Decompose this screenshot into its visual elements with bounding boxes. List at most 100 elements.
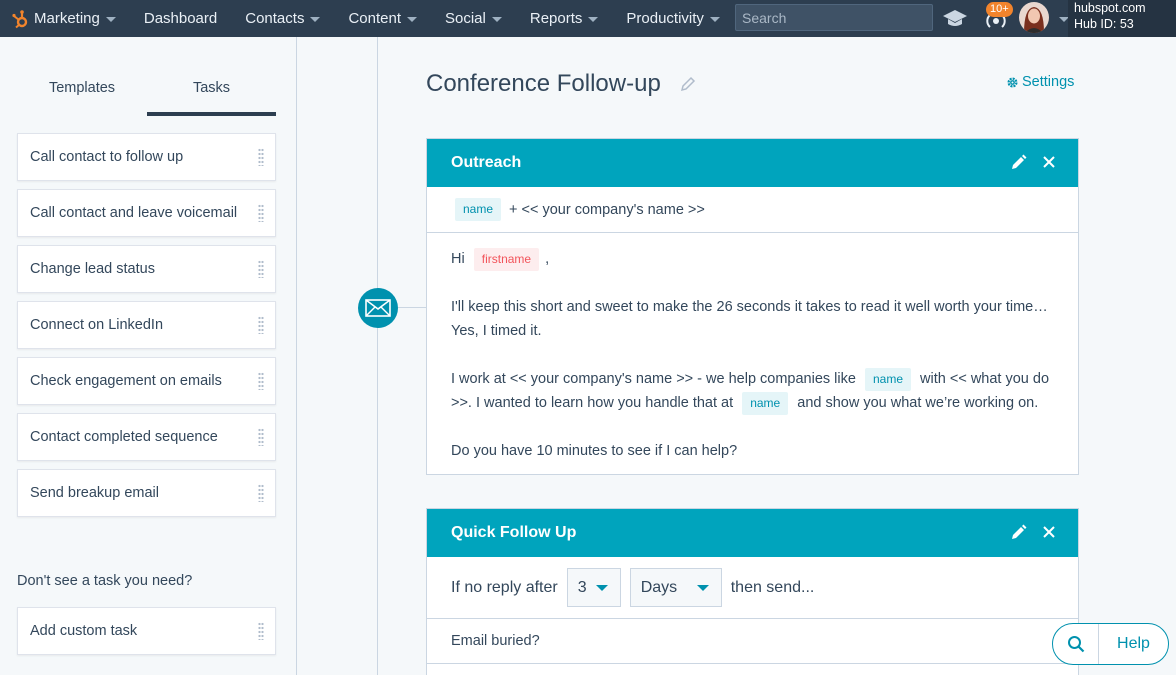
edit-title-pencil-icon[interactable] [680, 76, 696, 97]
timeline-connector [398, 307, 426, 308]
delay-row: If no reply after 3 Days then send... [427, 557, 1078, 619]
chevron-down-icon [588, 17, 599, 22]
drag-handle-icon[interactable] [258, 622, 264, 640]
email-body[interactable]: Hi firstname , I'll keep this short and … [427, 233, 1078, 463]
delay-prefix: If no reply after [451, 578, 558, 596]
notification-count-badge: 10+ [986, 2, 1013, 17]
nav-social[interactable]: Social [431, 0, 516, 37]
search-input[interactable] [735, 4, 933, 31]
portal-domain: hubspot.com [1074, 1, 1146, 15]
task-label: Call contact to follow up [30, 149, 184, 165]
tab-templates[interactable]: Templates [17, 67, 147, 116]
task-label: Call contact and leave voicemail [30, 205, 238, 221]
dropdown-caret-icon [595, 584, 608, 591]
marketing-menu[interactable]: Marketing [0, 0, 130, 37]
gear-icon [1007, 76, 1018, 88]
sidebar: Templates Tasks Call contact to follow u… [0, 37, 297, 675]
drag-handle-icon[interactable] [258, 204, 264, 222]
task-item[interactable]: Connect on LinkedIn [17, 301, 276, 349]
delay-suffix: then send... [730, 578, 815, 596]
greeting-line: Hi firstname , [451, 247, 1054, 271]
sprocket-logo-icon [10, 8, 30, 30]
drag-handle-icon[interactable] [258, 260, 264, 278]
subject-text: + << your company's name >> [509, 201, 705, 218]
delete-step-close-icon[interactable] [1040, 523, 1058, 541]
settings-label: Settings [1022, 74, 1075, 90]
portal-info[interactable]: hubspot.com Hub ID: 53 [1068, 0, 1176, 37]
personalization-token[interactable]: name [455, 198, 502, 221]
task-item[interactable]: Send breakup email [17, 469, 276, 517]
card-title: Quick Follow Up [451, 524, 577, 541]
nav-dashboard[interactable]: Dashboard [130, 0, 231, 37]
page-title: Conference Follow-up [426, 70, 661, 97]
chevron-down-icon [105, 17, 116, 22]
task-list: Call contact to follow up Call contact a… [17, 133, 276, 525]
search-icon[interactable] [1053, 624, 1099, 664]
card-header: Quick Follow Up [427, 509, 1078, 557]
email-step-envelope-icon[interactable] [358, 288, 398, 328]
edit-step-pencil-icon[interactable] [1010, 523, 1028, 541]
quick-follow-up-card: Quick Follow Up If no reply after 3 Days… [426, 508, 1079, 675]
drag-handle-icon[interactable] [258, 148, 264, 166]
outreach-email-card: Outreach name + << your company's name >… [426, 138, 1079, 475]
body-text-segment: and show you what we’re working on. [797, 395, 1039, 411]
nav-productivity[interactable]: Productivity [612, 0, 734, 37]
task-label: Check engagement on emails [30, 373, 222, 389]
task-item[interactable]: Check engagement on emails [17, 357, 276, 405]
drag-handle-icon[interactable] [258, 484, 264, 502]
personalization-token[interactable]: name [742, 391, 789, 415]
settings-link[interactable]: Settings [1006, 74, 1074, 90]
greeting-text: Hi [451, 251, 465, 267]
help-label: Help [1117, 635, 1150, 652]
nav-content[interactable]: Content [334, 0, 431, 37]
chevron-down-icon [709, 17, 720, 22]
card-header: Outreach [427, 139, 1078, 187]
email-subject[interactable]: name + << your company's name >> [427, 187, 1078, 233]
body-text-segment: I work at << your company's name >> - we… [451, 371, 856, 387]
task-item[interactable]: Call contact and leave voicemail [17, 189, 276, 237]
task-item[interactable]: Call contact to follow up [17, 133, 276, 181]
body-paragraph: I work at << your company's name >> - we… [451, 367, 1054, 415]
dropdown-caret-icon [696, 584, 709, 591]
body-paragraph: I'll keep this short and sweet to make t… [451, 299, 1048, 339]
task-item[interactable]: Contact completed sequence [17, 413, 276, 461]
card-title: Outreach [451, 154, 522, 171]
greeting-suffix: , [545, 251, 550, 267]
delay-unit-select[interactable]: Days [629, 568, 722, 607]
help-widget-button[interactable]: Help [1052, 623, 1169, 665]
missing-task-prompt: Don't see a task you need? [17, 573, 193, 589]
delay-unit: Days [640, 578, 678, 596]
chevron-down-icon [407, 17, 417, 22]
body-paragraph: Do you have 10 minutes to see if I can h… [451, 443, 738, 459]
sequence-editor: Conference Follow-up Settings Outreach n… [298, 37, 1176, 675]
personalization-token[interactable]: name [864, 367, 912, 391]
timeline-line [377, 37, 378, 675]
personalization-token[interactable]: firstname [473, 247, 540, 271]
chevron-down-icon [310, 17, 321, 22]
nav-contacts[interactable]: Contacts [231, 0, 334, 37]
subject-text: Email buried? [451, 633, 540, 649]
task-label: Contact completed sequence [30, 429, 218, 445]
marketing-label: Marketing [34, 0, 130, 37]
drag-handle-icon[interactable] [258, 372, 264, 390]
task-label: Connect on LinkedIn [30, 317, 164, 333]
add-custom-task[interactable]: Add custom task [17, 607, 276, 655]
email-subject[interactable]: Email buried? [427, 619, 1078, 664]
task-label: Add custom task [30, 623, 138, 639]
delay-value: 3 [577, 578, 587, 596]
sidebar-tabs: Templates Tasks [17, 67, 276, 116]
task-label: Change lead status [30, 261, 155, 277]
task-item[interactable]: Change lead status [17, 245, 276, 293]
drag-handle-icon[interactable] [258, 316, 264, 334]
academy-graduation-cap-icon[interactable] [942, 6, 968, 30]
task-label: Send breakup email [30, 485, 159, 501]
edit-step-pencil-icon[interactable] [1010, 153, 1028, 171]
drag-handle-icon[interactable] [258, 428, 264, 446]
user-avatar[interactable] [1019, 2, 1049, 33]
chevron-down-icon [491, 17, 502, 22]
delay-value-select[interactable]: 3 [566, 568, 621, 607]
portal-hub-id: Hub ID: 53 [1074, 16, 1134, 31]
nav-reports[interactable]: Reports [516, 0, 613, 37]
tab-tasks[interactable]: Tasks [147, 67, 276, 116]
delete-step-close-icon[interactable] [1040, 153, 1058, 171]
